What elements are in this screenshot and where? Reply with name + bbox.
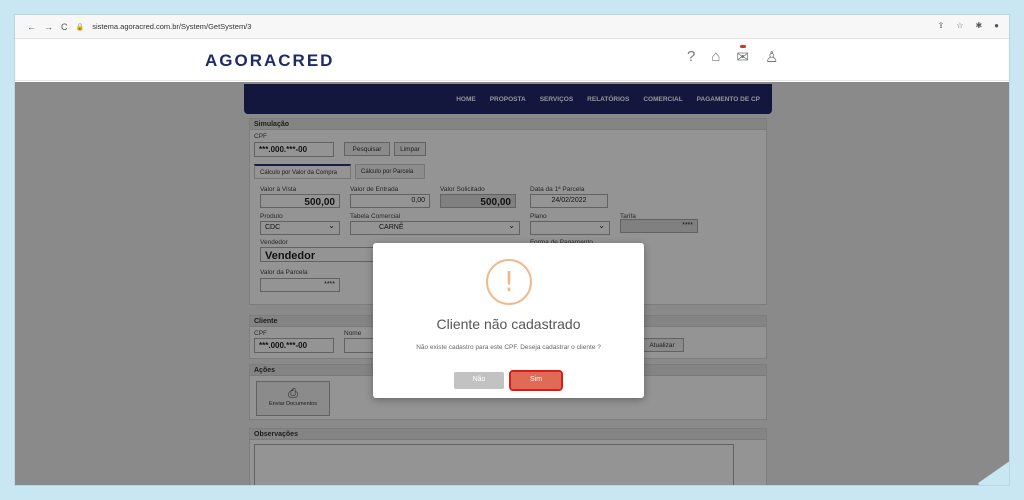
browser-toolbar: ← → C 🔒 sistema.agoracred.com.br/System/…: [15, 15, 1009, 39]
confirm-dialog: ! Cliente não cadastrado Não existe cada…: [373, 243, 644, 398]
site-header: AGORACRED ? ⌂ ✉ ♙: [15, 39, 1009, 81]
forward-button[interactable]: →: [44, 22, 53, 32]
help-icon[interactable]: ?: [687, 48, 695, 66]
extensions-icon[interactable]: ✱: [975, 21, 982, 30]
share-icon[interactable]: ⇪: [938, 21, 945, 30]
reload-button[interactable]: C: [61, 22, 68, 32]
nao-button[interactable]: Não: [454, 372, 504, 389]
header-icons: ? ⌂ ✉ ♙: [687, 45, 778, 66]
mail-icon[interactable]: ✉: [736, 45, 749, 66]
profile-icon[interactable]: ●: [994, 21, 999, 30]
user-icon[interactable]: ♙: [765, 48, 778, 66]
dialog-message: Não existe cadastro para este CPF. Desej…: [416, 344, 601, 351]
back-button[interactable]: ←: [27, 22, 36, 32]
home-icon[interactable]: ⌂: [711, 48, 720, 66]
browser-tools: ⇪ ☆ ✱ ●: [938, 21, 999, 30]
notification-dot: [740, 45, 747, 48]
screenshot-frame: ← → C 🔒 sistema.agoracred.com.br/System/…: [14, 14, 1010, 486]
warning-icon: !: [486, 259, 532, 305]
address-bar[interactable]: sistema.agoracred.com.br/System/GetSyste…: [92, 22, 251, 31]
logo: AGORACRED: [205, 51, 335, 70]
star-icon[interactable]: ☆: [956, 21, 963, 30]
dialog-title: Cliente não cadastrado: [436, 316, 581, 332]
sim-button[interactable]: Sim: [509, 370, 563, 391]
lock-icon: 🔒: [75, 23, 85, 31]
